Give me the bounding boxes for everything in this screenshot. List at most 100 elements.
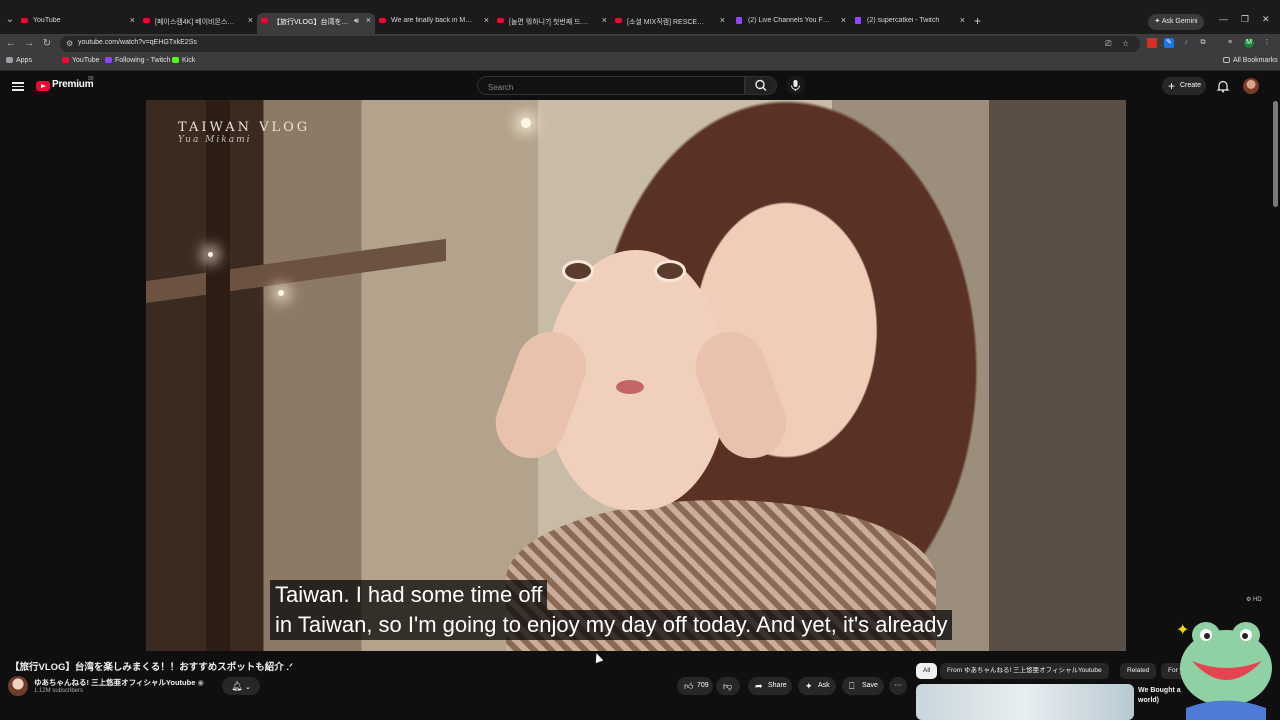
apps-grid-icon [6, 57, 13, 63]
tab-title: 【旅行VLOG】台湾を楽しみま [273, 19, 355, 26]
browser-tab[interactable]: (2) supercatkei - Twitch × [851, 13, 969, 34]
voice-search-button[interactable] [786, 76, 805, 95]
browser-tab[interactable]: [페이스캠4K] 베이비몬스터 아 × [139, 13, 257, 34]
video-scene-light [278, 290, 284, 296]
tab-close-icon[interactable]: × [484, 15, 489, 25]
tab-close-icon[interactable]: × [841, 15, 846, 25]
browser-tab[interactable]: [소셜 MIX직캠] RESCENE(리센 × [611, 13, 729, 34]
media-controls-icon[interactable]: ≡ [1225, 38, 1235, 48]
youtube-favicon-icon [497, 18, 504, 23]
notifications-bell-icon[interactable] [1216, 79, 1230, 93]
page-scrollbar[interactable] [1273, 101, 1278, 207]
save-button[interactable]: ⎕ Save [842, 677, 884, 695]
tab-title: [소셜 MIX직캠] RESCENE(리센 [627, 19, 709, 26]
channel-avatar[interactable] [8, 676, 28, 696]
bookmark-item[interactable]: YouTube [62, 57, 100, 64]
tab-title: (2) supercatkei - Twitch [867, 17, 940, 24]
tab-strip: ⌄ YouTube × [페이스캠4K] 베이비몬스터 아 × 【旅行VLOG】台湾を楽… [0, 0, 1280, 34]
restore-icon[interactable]: ❐ [1241, 14, 1249, 25]
guide-menu-icon[interactable] [12, 80, 24, 92]
create-button[interactable]: + Create [1162, 77, 1206, 95]
twitch-favicon-icon [736, 17, 742, 24]
extension-blue-icon[interactable]: ✎ [1164, 38, 1174, 48]
browser-tab[interactable]: [놀면 뭐하니?] 첫번째 드트리 × [493, 13, 611, 34]
dislike-button[interactable]: 👎︎ [716, 677, 740, 695]
bell-icon: 🔔︎ [231, 681, 243, 691]
browser-tab[interactable]: We are finally back in Malaysia × [375, 13, 493, 34]
video-scene-eye [562, 260, 594, 282]
search-box [477, 76, 745, 95]
create-label: Create [1180, 82, 1202, 89]
ask-button[interactable]: ✦ Ask [798, 677, 836, 695]
video-title: 【旅行VLOG】台湾を楽しみまくる！！おすすめスポットも紹介 .ᐟ [10, 662, 294, 673]
like-button[interactable]: 👍︎ 709 [677, 677, 713, 695]
tab-close-icon[interactable]: × [720, 15, 725, 25]
all-bookmarks-label: All Bookmarks [1233, 57, 1278, 64]
close-window-icon[interactable]: ✕ [1262, 14, 1270, 25]
tab-close-icon[interactable]: × [248, 15, 253, 25]
bookmark-label: Following - Twitch [115, 57, 171, 64]
back-icon[interactable]: ← [4, 37, 18, 51]
video-player[interactable]: TAIWAN VLOG Yua Mikami Taiwan. I had som… [146, 100, 1126, 651]
tab-close-icon[interactable]: × [130, 15, 135, 25]
kick-icon [172, 57, 179, 63]
save-label: Save [862, 682, 878, 689]
tab-close-icon[interactable]: × [366, 15, 371, 25]
install-app-icon[interactable]: ⎚ [1105, 39, 1111, 49]
bookmark-star-icon[interactable]: ☆ [1122, 39, 1129, 48]
bookmark-item[interactable]: Following - Twitch [105, 57, 171, 64]
chevron-down-icon: ⌄ [245, 684, 251, 691]
minimize-icon[interactable]: — [1219, 14, 1228, 24]
bookmark-icon: ⎕ [849, 681, 855, 691]
search-button[interactable] [745, 76, 777, 95]
chip-from-channel[interactable]: From ゆあちゃんねる! 三上悠亜オフィシャルYoutube [940, 663, 1109, 679]
subscription-bell-button[interactable]: 🔔︎ ⌄ [222, 677, 260, 695]
video-scene-eye [654, 260, 686, 282]
related-video-thumbnail[interactable] [916, 684, 1134, 720]
thumbs-down-icon: 👎︎ [723, 681, 733, 691]
bookmark-item[interactable]: Kick [172, 57, 195, 64]
chip-all[interactable]: All [916, 663, 938, 679]
profile-avatar-icon[interactable]: M [1244, 38, 1254, 48]
bookmark-label: Apps [16, 57, 32, 64]
ask-label: Ask [818, 682, 830, 689]
forward-icon[interactable]: → [22, 37, 36, 51]
tab-title: (2) Live Channels You Follow - T [748, 17, 830, 24]
address-bar[interactable]: ⚙ youtube.com/watch?v=qEHGTxkE2Ss ⎚ ☆ [60, 36, 1140, 52]
site-info-icon[interactable]: ⚙ [66, 39, 73, 48]
tab-title: [페이스캠4K] 베이비몬스터 아 [155, 19, 237, 26]
channel-name[interactable]: ゆあちゃんねる! 三上悠亜オフィシャルYoutube ◉ [34, 677, 204, 688]
video-settings-badge-icon[interactable]: ⚙ HD [1246, 596, 1262, 603]
browser-tab[interactable]: YouTube × [17, 13, 139, 34]
new-tab-button[interactable]: + [974, 14, 981, 28]
extensions-puzzle-icon[interactable]: ⧉ [1198, 38, 1208, 48]
more-actions-button[interactable]: ⋯ [889, 677, 907, 695]
chip-related[interactable]: Related [1120, 663, 1157, 679]
caption-line: in Taiwan, so I'm going to enjoy my day … [270, 610, 953, 640]
chrome-menu-icon[interactable]: ⋮ [1262, 38, 1272, 48]
browser-tab[interactable]: 【旅行VLOG】台湾を楽しみま🔊︎ × [257, 13, 375, 34]
bookmark-item[interactable]: Apps [6, 57, 32, 64]
video-scene-lips [616, 380, 644, 394]
microphone-icon [791, 80, 800, 91]
channel-name-text: ゆあちゃんねる! 三上悠亜オフィシャルYoutube [34, 678, 196, 687]
tab-title: [놀면 뭐하니?] 첫번째 드트리 [509, 19, 591, 26]
ask-gemini-button[interactable]: ✦ Ask Gemini [1148, 14, 1204, 30]
all-bookmarks-link[interactable]: All Bookmarks [1223, 57, 1278, 64]
tab-search-chevron-icon[interactable]: ⌄ [2, 12, 18, 28]
extension-red-icon[interactable] [1147, 38, 1157, 48]
extension-audio-icon[interactable]: ♪ [1181, 38, 1191, 48]
search-input[interactable] [486, 80, 740, 94]
tab-close-icon[interactable]: × [960, 15, 965, 25]
reload-icon[interactable]: ↻ [40, 37, 54, 51]
share-button[interactable]: ➦ Share [748, 677, 792, 695]
tab-close-icon[interactable]: × [602, 15, 607, 25]
tab-audio-icon[interactable]: 🔊︎ [354, 16, 359, 26]
youtube-favicon-icon [261, 18, 268, 23]
sparkle-icon: ✦ [805, 681, 813, 691]
youtube-favicon-icon [379, 18, 386, 23]
browser-tab[interactable]: (2) Live Channels You Follow - T × [732, 13, 850, 34]
tab-title: YouTube [33, 17, 61, 24]
account-avatar[interactable] [1243, 78, 1259, 94]
url-text[interactable]: youtube.com/watch?v=qEHGTxkE2Ss [78, 39, 197, 46]
